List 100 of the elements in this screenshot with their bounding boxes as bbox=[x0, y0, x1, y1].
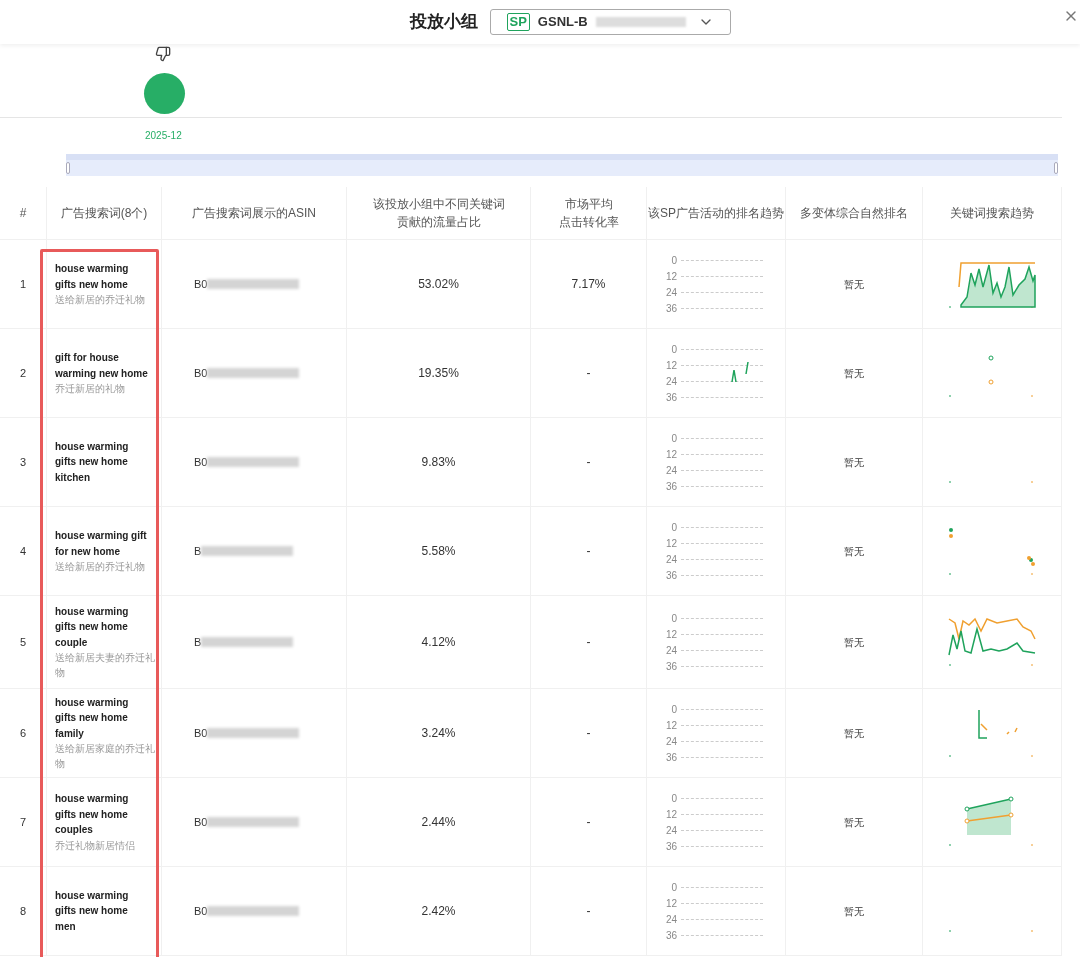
axis-label: 24 bbox=[664, 912, 677, 927]
dialog-title: 投放小组 bbox=[409, 11, 478, 34]
natural-rank: 暂无 bbox=[844, 277, 864, 292]
conversion-rate: - bbox=[586, 903, 591, 920]
row-number: 4 bbox=[19, 543, 27, 559]
keyword-translation: 送给新居夫妻的乔迁礼物 bbox=[55, 651, 156, 681]
traffic-share: 9.83% bbox=[421, 454, 456, 471]
timeline-label: 2025-12 bbox=[145, 129, 182, 143]
asin-text: B0 bbox=[194, 365, 208, 381]
axis-label: 12 bbox=[664, 536, 677, 551]
asin-text: B bbox=[194, 634, 202, 650]
axis-label: 36 bbox=[664, 390, 677, 405]
traffic-share: 2.44% bbox=[421, 814, 456, 831]
asin-text: B0 bbox=[194, 725, 208, 741]
conversion-rate: - bbox=[586, 814, 591, 831]
axis-label: 0 bbox=[670, 342, 677, 357]
natural-rank: 暂无 bbox=[844, 635, 864, 650]
traffic-share: 5.58% bbox=[421, 543, 456, 560]
axis-label: 0 bbox=[670, 702, 677, 717]
natural-rank: 暂无 bbox=[844, 455, 864, 470]
axis-label: 0 bbox=[670, 880, 677, 895]
axis-label: 12 bbox=[664, 627, 677, 642]
axis-label: 24 bbox=[664, 374, 677, 389]
axis-label: 36 bbox=[664, 659, 677, 674]
axis-label: 36 bbox=[664, 928, 677, 943]
column-header: 广告搜索词(8个) bbox=[60, 205, 148, 222]
range-slider[interactable] bbox=[66, 154, 1058, 176]
axis-label: 24 bbox=[664, 552, 677, 567]
slider-handle[interactable] bbox=[1054, 162, 1058, 174]
rank-line bbox=[731, 359, 751, 384]
column-header: 该投放小组中不同关键词 bbox=[372, 196, 505, 213]
natural-rank: 暂无 bbox=[844, 904, 864, 919]
row-number: 1 bbox=[19, 276, 27, 292]
traffic-share: 2.42% bbox=[421, 903, 456, 920]
column-header: 多变体综合自然排名 bbox=[800, 205, 908, 222]
axis-label: 0 bbox=[670, 253, 677, 268]
traffic-share: 19.35% bbox=[418, 365, 459, 382]
keyword-text: house warming gifts new home bbox=[55, 262, 130, 292]
traffic-share: 3.24% bbox=[421, 725, 456, 742]
column-header: 该SP广告活动的排名趋势 bbox=[648, 205, 784, 222]
keyword-text: house warming gifts new home men bbox=[55, 888, 130, 934]
group-select[interactable]: SP GSNL-B bbox=[489, 9, 731, 35]
column-header: 贡献的流量占比 bbox=[396, 214, 481, 231]
axis-label: 36 bbox=[664, 750, 677, 765]
conversion-rate: - bbox=[586, 454, 591, 471]
column-header: # bbox=[19, 205, 27, 222]
keyword-translation: 送给新居家庭的乔迁礼物 bbox=[55, 742, 156, 772]
row-number: 5 bbox=[19, 634, 27, 650]
keyword-text: house warming gifts new home couple bbox=[55, 604, 130, 650]
keyword-text: house warming gift for new home bbox=[55, 529, 148, 559]
keyword-text: house warming gifts new home kitchen bbox=[55, 439, 130, 485]
column-header: 市场平均 bbox=[564, 196, 613, 213]
column-header: 关键词搜索趋势 bbox=[950, 205, 1034, 222]
conversion-rate: - bbox=[586, 365, 591, 382]
axis-label: 0 bbox=[670, 520, 677, 535]
axis-label: 0 bbox=[670, 791, 677, 806]
natural-rank: 暂无 bbox=[844, 726, 864, 741]
axis-label: 24 bbox=[664, 643, 677, 658]
axis-label: 12 bbox=[664, 718, 677, 733]
keyword-translation: 乔迁新居的礼物 bbox=[55, 382, 126, 396]
row-number: 2 bbox=[19, 365, 27, 381]
axis-label: 24 bbox=[664, 734, 677, 749]
keyword-translation: 乔迁礼物新居情侣 bbox=[55, 838, 136, 853]
asin-text: B0 bbox=[194, 276, 208, 292]
traffic-share: 4.12% bbox=[421, 634, 456, 651]
row-number: 6 bbox=[19, 725, 27, 741]
asin-text: B0 bbox=[194, 814, 208, 830]
natural-rank: 暂无 bbox=[844, 815, 864, 830]
axis-label: 36 bbox=[664, 568, 677, 583]
column-header: 广告搜索词展示的ASIN bbox=[192, 205, 316, 222]
thumbs-down-icon bbox=[155, 46, 171, 62]
axis-label: 12 bbox=[664, 447, 677, 462]
axis-label: 12 bbox=[664, 269, 677, 284]
axis-label: 36 bbox=[664, 839, 677, 854]
asin-text: B bbox=[194, 543, 202, 559]
row-number: 8 bbox=[19, 903, 27, 919]
column-header: 点击转化率 bbox=[558, 214, 619, 231]
natural-rank: 暂无 bbox=[844, 366, 864, 381]
row-number: 7 bbox=[19, 814, 27, 830]
conversion-rate: - bbox=[586, 634, 591, 651]
asin-text: B0 bbox=[194, 454, 208, 470]
axis-label: 12 bbox=[664, 896, 677, 911]
keyword-text: house warming gifts new home family bbox=[55, 695, 130, 741]
axis-label: 24 bbox=[664, 823, 677, 838]
axis-label: 24 bbox=[664, 285, 677, 300]
axis-label: 0 bbox=[670, 431, 677, 446]
axis-label: 12 bbox=[664, 807, 677, 822]
axis-label: 0 bbox=[670, 611, 677, 626]
row-number: 3 bbox=[19, 454, 27, 470]
natural-rank: 暂无 bbox=[844, 544, 864, 559]
traffic-share: 53.02% bbox=[418, 276, 459, 293]
asin-text: B0 bbox=[194, 903, 208, 919]
conversion-rate: - bbox=[586, 543, 591, 560]
conversion-rate: 7.17% bbox=[571, 276, 606, 293]
axis-label: 36 bbox=[664, 479, 677, 494]
slider-handle[interactable] bbox=[66, 162, 70, 174]
keyword-translation: 送给新居的乔迁礼物 bbox=[55, 560, 146, 574]
axis-label: 36 bbox=[664, 301, 677, 316]
keyword-text: gift for house warming new home bbox=[55, 351, 149, 381]
axis-label: 12 bbox=[664, 358, 677, 373]
